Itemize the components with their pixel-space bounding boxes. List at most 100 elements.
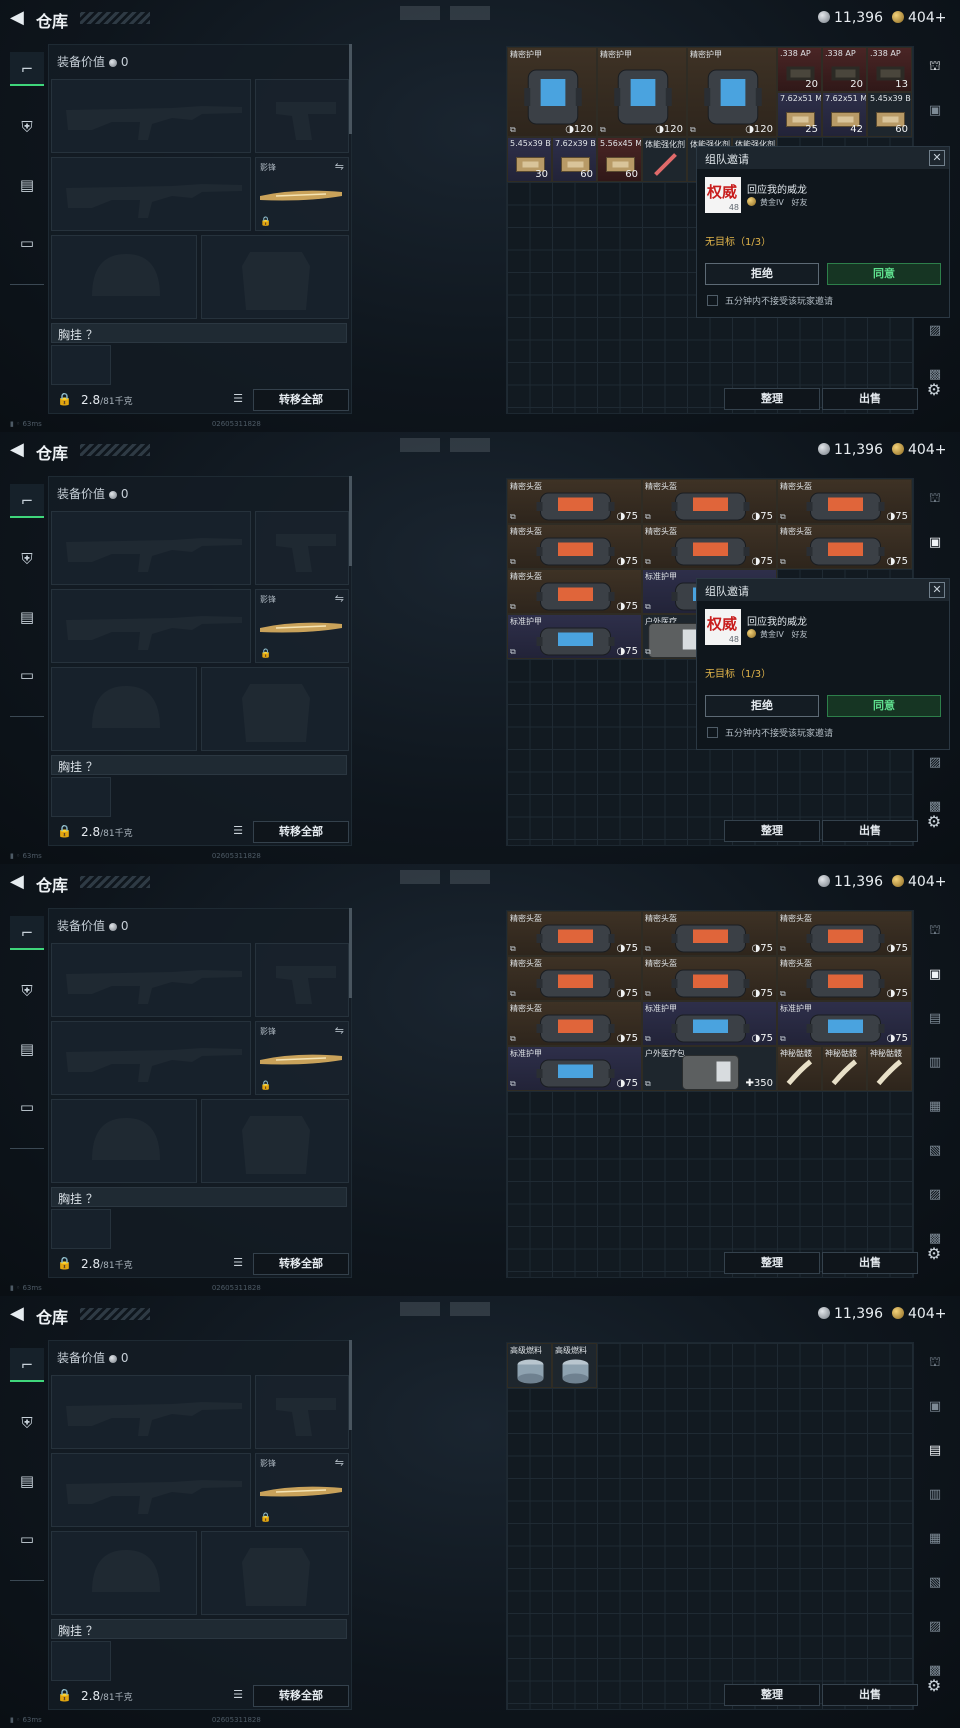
chest-rig-header[interactable]: 胸挂 ？ xyxy=(51,1187,347,1207)
settings-gear-icon[interactable]: ⚙ xyxy=(924,1676,944,1696)
inventory-item[interactable]: 户外医疗包 ⧉ ✚350 xyxy=(642,1046,777,1091)
sell-button[interactable]: 出售 xyxy=(822,388,918,410)
chest-rig-header[interactable]: 胸挂 ？ xyxy=(51,755,347,775)
gold-currency[interactable]: 404+ xyxy=(892,874,946,890)
sell-button[interactable]: 出售 xyxy=(822,820,918,842)
inventory-item[interactable]: 精密头盔 ⧉ ◑75 xyxy=(507,524,642,569)
settings-gear-icon[interactable]: ⚙ xyxy=(924,380,944,400)
silver-currency[interactable]: 11,396 xyxy=(818,1306,883,1322)
body-armor-slot[interactable] xyxy=(201,667,349,751)
inventory-item[interactable]: 神秘骷髅 xyxy=(777,1046,822,1091)
inventory-item[interactable]: 精密头盔 ⧉ ◑75 xyxy=(642,524,777,569)
primary-weapon-slot[interactable] xyxy=(51,943,251,1017)
crate-icon[interactable]: ▥ xyxy=(922,1482,948,1508)
inventory-item[interactable]: 精密头盔 ⧉ ◑75 xyxy=(777,911,912,956)
melee-slot[interactable]: 影锋 ⇋ 🔒 xyxy=(255,157,349,231)
inventory-item[interactable]: 精密头盔 ⧉ ◑75 xyxy=(642,479,777,524)
settings-gear-icon[interactable]: ⚙ xyxy=(924,812,944,832)
inventory-item[interactable]: 5.45x39 BS 60 xyxy=(867,92,912,137)
gold-currency[interactable]: 404+ xyxy=(892,442,946,458)
inventory-item[interactable]: .338 AP 20 xyxy=(822,47,867,92)
secondary-weapon-slot[interactable] xyxy=(51,589,251,663)
helmet-slot[interactable] xyxy=(51,1099,197,1183)
pistol-slot[interactable] xyxy=(255,511,349,585)
crate-icon[interactable]: ▨ xyxy=(922,318,948,344)
back-arrow-icon[interactable]: ◀ xyxy=(10,1305,28,1323)
clipboard-tab-icon[interactable]: ▤ xyxy=(10,168,44,202)
backpack-icon[interactable]: ⛫ xyxy=(922,918,948,944)
inventory-item[interactable]: 精密头盔 ⧉ ◑75 xyxy=(777,956,912,1001)
armor-tab-icon[interactable]: ⛨ xyxy=(10,542,44,576)
gun-crate-icon[interactable]: ▣ xyxy=(922,1394,948,1420)
armor-tab-icon[interactable]: ⛨ xyxy=(10,974,44,1008)
inventory-item[interactable]: 标准护甲 ⧉ ◑75 xyxy=(507,614,642,659)
loadout-scrollbar[interactable] xyxy=(349,476,352,566)
crate-icon[interactable]: ▧ xyxy=(922,1138,948,1164)
gun-crate-icon[interactable]: ▣ xyxy=(922,962,948,988)
secondary-weapon-slot[interactable] xyxy=(51,1453,251,1527)
briefcase-tab-icon[interactable]: ▭ xyxy=(10,658,44,692)
close-icon[interactable]: ✕ xyxy=(929,150,945,166)
helmet-slot[interactable] xyxy=(51,1531,197,1615)
weapon-tab-icon[interactable]: ⌐ xyxy=(10,484,44,518)
clipboard-tab-icon[interactable]: ▤ xyxy=(10,600,44,634)
gold-currency[interactable]: 404+ xyxy=(892,10,946,26)
crate-icon[interactable]: ▧ xyxy=(922,1570,948,1596)
backpack-icon[interactable]: ⛫ xyxy=(922,54,948,80)
gold-currency[interactable]: 404+ xyxy=(892,1306,946,1322)
clipboard-tab-icon[interactable]: ▤ xyxy=(10,1464,44,1498)
chest-rig-header[interactable]: 胸挂 ？ xyxy=(51,323,347,343)
accept-button[interactable]: 同意 xyxy=(827,695,941,717)
transfer-all-button[interactable]: 转移全部 xyxy=(253,1253,349,1275)
crate-icon[interactable]: ▨ xyxy=(922,750,948,776)
inventory-item[interactable]: .338 AP 13 xyxy=(867,47,912,92)
reject-button[interactable]: 拒绝 xyxy=(705,695,819,717)
loadout-scrollbar[interactable] xyxy=(349,44,352,134)
inventory-item[interactable]: 5.56x45 M855A160 xyxy=(597,137,642,182)
inventory-item[interactable]: 标准护甲 ⧉ ◑75 xyxy=(507,1046,642,1091)
briefcase-tab-icon[interactable]: ▭ xyxy=(10,1522,44,1556)
pistol-slot[interactable] xyxy=(255,79,349,153)
back-arrow-icon[interactable]: ◀ xyxy=(10,441,28,459)
avatar[interactable]: 权威 48 xyxy=(705,609,741,645)
melee-slot[interactable]: 影锋 ⇋ 🔒 xyxy=(255,589,349,663)
inventory-item[interactable]: 精密护甲 ⧉ ◑120 xyxy=(687,47,777,137)
transfer-all-button[interactable]: 转移全部 xyxy=(253,1685,349,1707)
inventory-item[interactable]: 精密头盔 ⧉ ◑75 xyxy=(507,911,642,956)
chest-rig-slot[interactable] xyxy=(51,777,111,817)
crate-icon[interactable]: ▨ xyxy=(922,1182,948,1208)
crate-icon[interactable]: ▤ xyxy=(922,1438,948,1464)
back-arrow-icon[interactable]: ◀ xyxy=(10,873,28,891)
silver-currency[interactable]: 11,396 xyxy=(818,874,883,890)
sell-button[interactable]: 出售 xyxy=(822,1252,918,1274)
loadout-scrollbar[interactable] xyxy=(349,1340,352,1430)
inventory-item[interactable]: 7.62x51 M6125 xyxy=(777,92,822,137)
secondary-weapon-slot[interactable] xyxy=(51,1021,251,1095)
inventory-item[interactable]: 精密头盔 ⧉ ◑75 xyxy=(507,1001,642,1046)
inventory-item[interactable]: 7.62x51 M8042 xyxy=(822,92,867,137)
accept-button[interactable]: 同意 xyxy=(827,263,941,285)
inventory-item[interactable]: 高级燃料 xyxy=(507,1343,552,1388)
silver-currency[interactable]: 11,396 xyxy=(818,10,883,26)
crate-icon[interactable]: ▨ xyxy=(922,1614,948,1640)
list-view-icon[interactable]: ☰ xyxy=(229,1686,247,1704)
chest-rig-slot[interactable] xyxy=(51,1209,111,1249)
silver-currency[interactable]: 11,396 xyxy=(818,442,883,458)
helmet-slot[interactable] xyxy=(51,667,197,751)
inventory-item[interactable]: 精密头盔 ⧉ ◑75 xyxy=(507,479,642,524)
storage-grid[interactable]: 精密头盔 ⧉ ◑75 精密头盔 ⧉ ◑75 精密头盔 ⧉ ◑75 精密头盔 ⧉ ◑75 精密头盔 ⧉ ◑75… xyxy=(506,910,914,1278)
melee-slot[interactable]: 影锋 ⇋ 🔒 xyxy=(255,1453,349,1527)
loadout-scrollbar[interactable] xyxy=(349,908,352,998)
inventory-item[interactable]: 精密护甲 ⧉ ◑120 xyxy=(507,47,597,137)
backpack-icon[interactable]: ⛫ xyxy=(922,486,948,512)
crate-icon[interactable]: ▥ xyxy=(922,1050,948,1076)
settings-gear-icon[interactable]: ⚙ xyxy=(924,1244,944,1264)
armor-tab-icon[interactable]: ⛨ xyxy=(10,1406,44,1440)
inventory-item[interactable]: 神秘骷髅 xyxy=(867,1046,912,1091)
weapon-tab-icon[interactable]: ⌐ xyxy=(10,916,44,950)
clipboard-tab-icon[interactable]: ▤ xyxy=(10,1032,44,1066)
avatar[interactable]: 权威 48 xyxy=(705,177,741,213)
sort-button[interactable]: 整理 xyxy=(724,1252,820,1274)
armor-tab-icon[interactable]: ⛨ xyxy=(10,110,44,144)
reject-button[interactable]: 拒绝 xyxy=(705,263,819,285)
